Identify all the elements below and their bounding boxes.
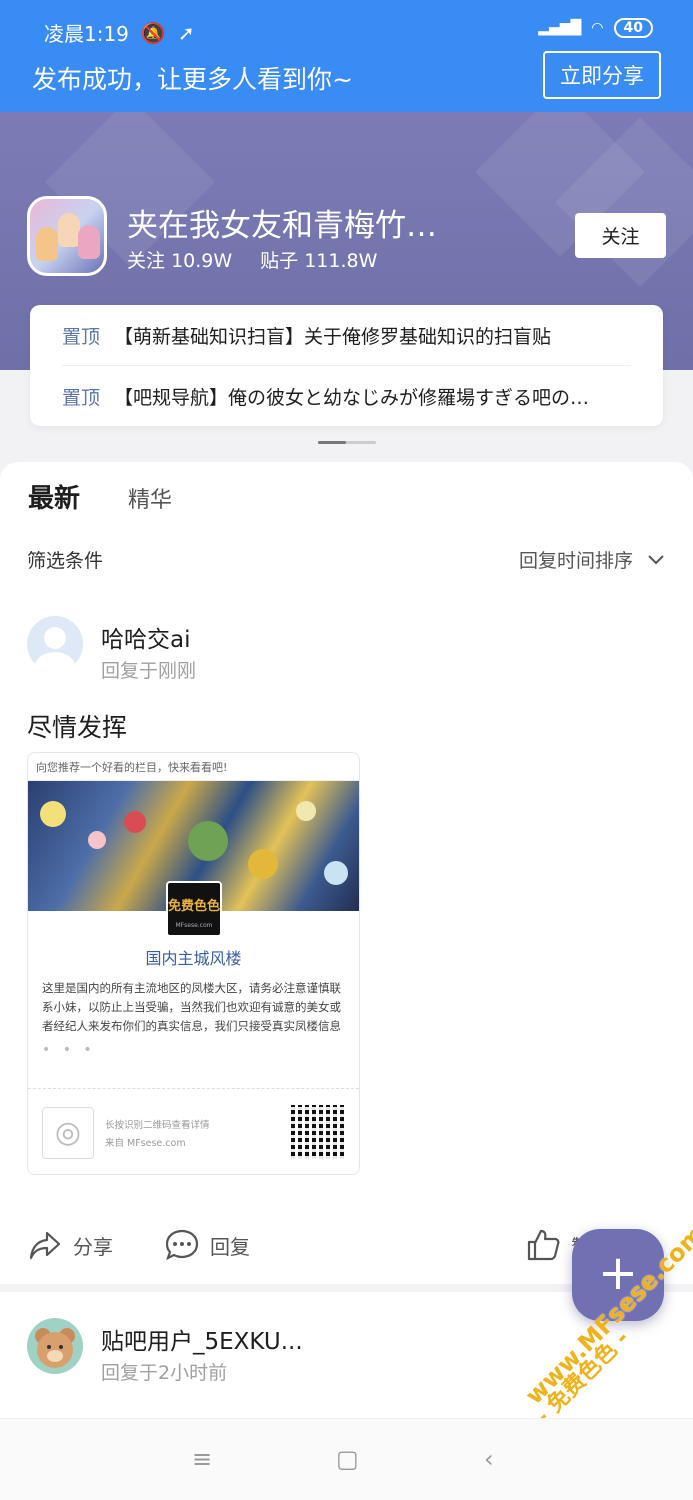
image-title: 国内主城风楼: [145, 949, 242, 968]
system-nav-bar: ≡ ▢ ‹: [0, 1418, 693, 1500]
sort-dropdown[interactable]: 回复时间排序: [519, 546, 665, 573]
image-description: 这里是国内的所有主流地区的凤楼大区，请务必注意谨慎联系小妹，以防止上当受骗，当然…: [42, 981, 341, 1033]
reply-label: 回复: [210, 1234, 250, 1259]
thumbs-up-icon: [527, 1229, 560, 1261]
status-bar-left: 凌晨1:19 🔕 ➚: [44, 18, 195, 47]
image-footer: ◎ 长按识别二维码查看详情 来自 MFsese.com: [28, 1088, 359, 1174]
pinned-tag: 置顶: [62, 386, 101, 409]
banner-message: 发布成功，让更多人看到你~: [32, 65, 353, 94]
page-indicator: [318, 441, 376, 444]
home-icon[interactable]: ▢: [336, 1445, 359, 1473]
avatar[interactable]: [27, 616, 83, 672]
post-actions: 分享 回复 赞: [27, 1227, 667, 1267]
default-avatar-icon: [35, 627, 75, 672]
pinned-post[interactable]: 置顶 【萌新基础知识扫盲】关于俺修罗基础知识的扫盲贴: [62, 305, 631, 365]
fingerprint-icon: ◎: [42, 1107, 94, 1159]
starry-artwork: 免费色色 MFsese.com: [28, 781, 359, 937]
mute-bell-icon: 🔕: [140, 20, 166, 45]
navigation-icon: ➚: [177, 20, 195, 45]
site-logo: 免费色色 MFsese.com: [166, 881, 222, 937]
signal-icon: ▂▄▆█: [538, 20, 582, 36]
follow-button[interactable]: 关注: [575, 213, 666, 258]
share-icon: [29, 1231, 61, 1260]
pinned-post[interactable]: 置顶 【吧规导航】俺の彼女と幼なじみが修羅場すぎる吧の…: [62, 366, 631, 426]
pinned-posts-card: 置顶 【萌新基础知识扫盲】关于俺修罗基础知识的扫盲贴 置顶 【吧规导航】俺の彼女…: [30, 305, 663, 426]
share-label: 分享: [73, 1234, 113, 1259]
qr-code: [291, 1105, 345, 1159]
tab-latest[interactable]: 最新: [28, 478, 80, 515]
sort-label: 回复时间排序: [518, 550, 633, 572]
pinned-tag: 置顶: [62, 325, 101, 348]
status-bar-right: ▂▄▆█ ◠ 40: [538, 18, 653, 38]
qr-hint: 长按识别二维码查看详情 来自 MFsese.com: [105, 1120, 210, 1149]
post-username[interactable]: 贴吧用户_5EXKU...: [101, 1322, 303, 1356]
chevron-down-icon: [648, 554, 664, 564]
share-button[interactable]: 分享: [27, 1227, 113, 1263]
image-header-text: 向您推荐一个好看的栏目，快来看看吧!: [28, 753, 359, 781]
followers-stat: 关注 10.9W: [127, 250, 233, 272]
reply-button[interactable]: 回复: [164, 1227, 250, 1263]
battery-icon: 40: [613, 18, 653, 38]
back-icon[interactable]: ‹: [484, 1445, 494, 1473]
menu-icon[interactable]: ≡: [192, 1445, 212, 1473]
post-reply-time: 回复于2小时前: [101, 1362, 228, 1384]
post-reply-time: 回复于刚刚: [101, 660, 197, 682]
post-username[interactable]: 哈哈交ai: [101, 620, 190, 654]
thread-list: 最新 精华 筛选条件 回复时间排序 哈哈交ai 回复于刚刚 尽情发挥 向您推荐一…: [0, 462, 693, 1284]
share-now-button[interactable]: 立即分享: [543, 51, 661, 99]
feed-tabs: 最新 精华: [28, 478, 172, 515]
forum-name[interactable]: 夹在我女友和青梅竹…: [127, 200, 437, 245]
pinned-title: 【吧规导航】俺の彼女と幼なじみが修羅場すぎる吧の…: [114, 386, 590, 409]
tab-featured[interactable]: 精华: [128, 482, 172, 514]
forum-stats: 关注 10.9W 贴子 111.8W: [127, 246, 377, 273]
pinned-title: 【萌新基础知识扫盲】关于俺修罗基础知识的扫盲贴: [114, 325, 552, 348]
wifi-icon: ◠: [591, 20, 604, 36]
filter-conditions[interactable]: 筛选条件: [27, 546, 103, 573]
post-title[interactable]: 尽情发挥: [27, 708, 127, 744]
status-time: 凌晨1:19: [44, 22, 129, 46]
more-dots: • • •: [42, 1042, 96, 1058]
comment-icon: [165, 1229, 199, 1261]
forum-avatar[interactable]: [27, 196, 107, 276]
publish-success-banner: 凌晨1:19 🔕 ➚ ▂▄▆█ ◠ 40 发布成功，让更多人看到你~ 立即分享: [0, 0, 693, 112]
bear-avatar-icon: [35, 1328, 75, 1368]
avatar[interactable]: [27, 1318, 83, 1374]
post-image[interactable]: 向您推荐一个好看的栏目，快来看看吧! 免费色色 MFsese.com 国内主城风…: [27, 752, 360, 1175]
posts-stat: 贴子 111.8W: [260, 250, 378, 272]
